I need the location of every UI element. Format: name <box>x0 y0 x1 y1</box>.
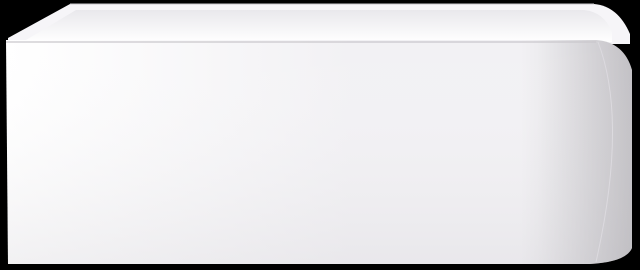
bathtub-icon <box>6 3 632 264</box>
tub-basin <box>26 10 612 42</box>
tub-curve-shade <box>520 40 632 264</box>
product-photo <box>0 0 640 270</box>
